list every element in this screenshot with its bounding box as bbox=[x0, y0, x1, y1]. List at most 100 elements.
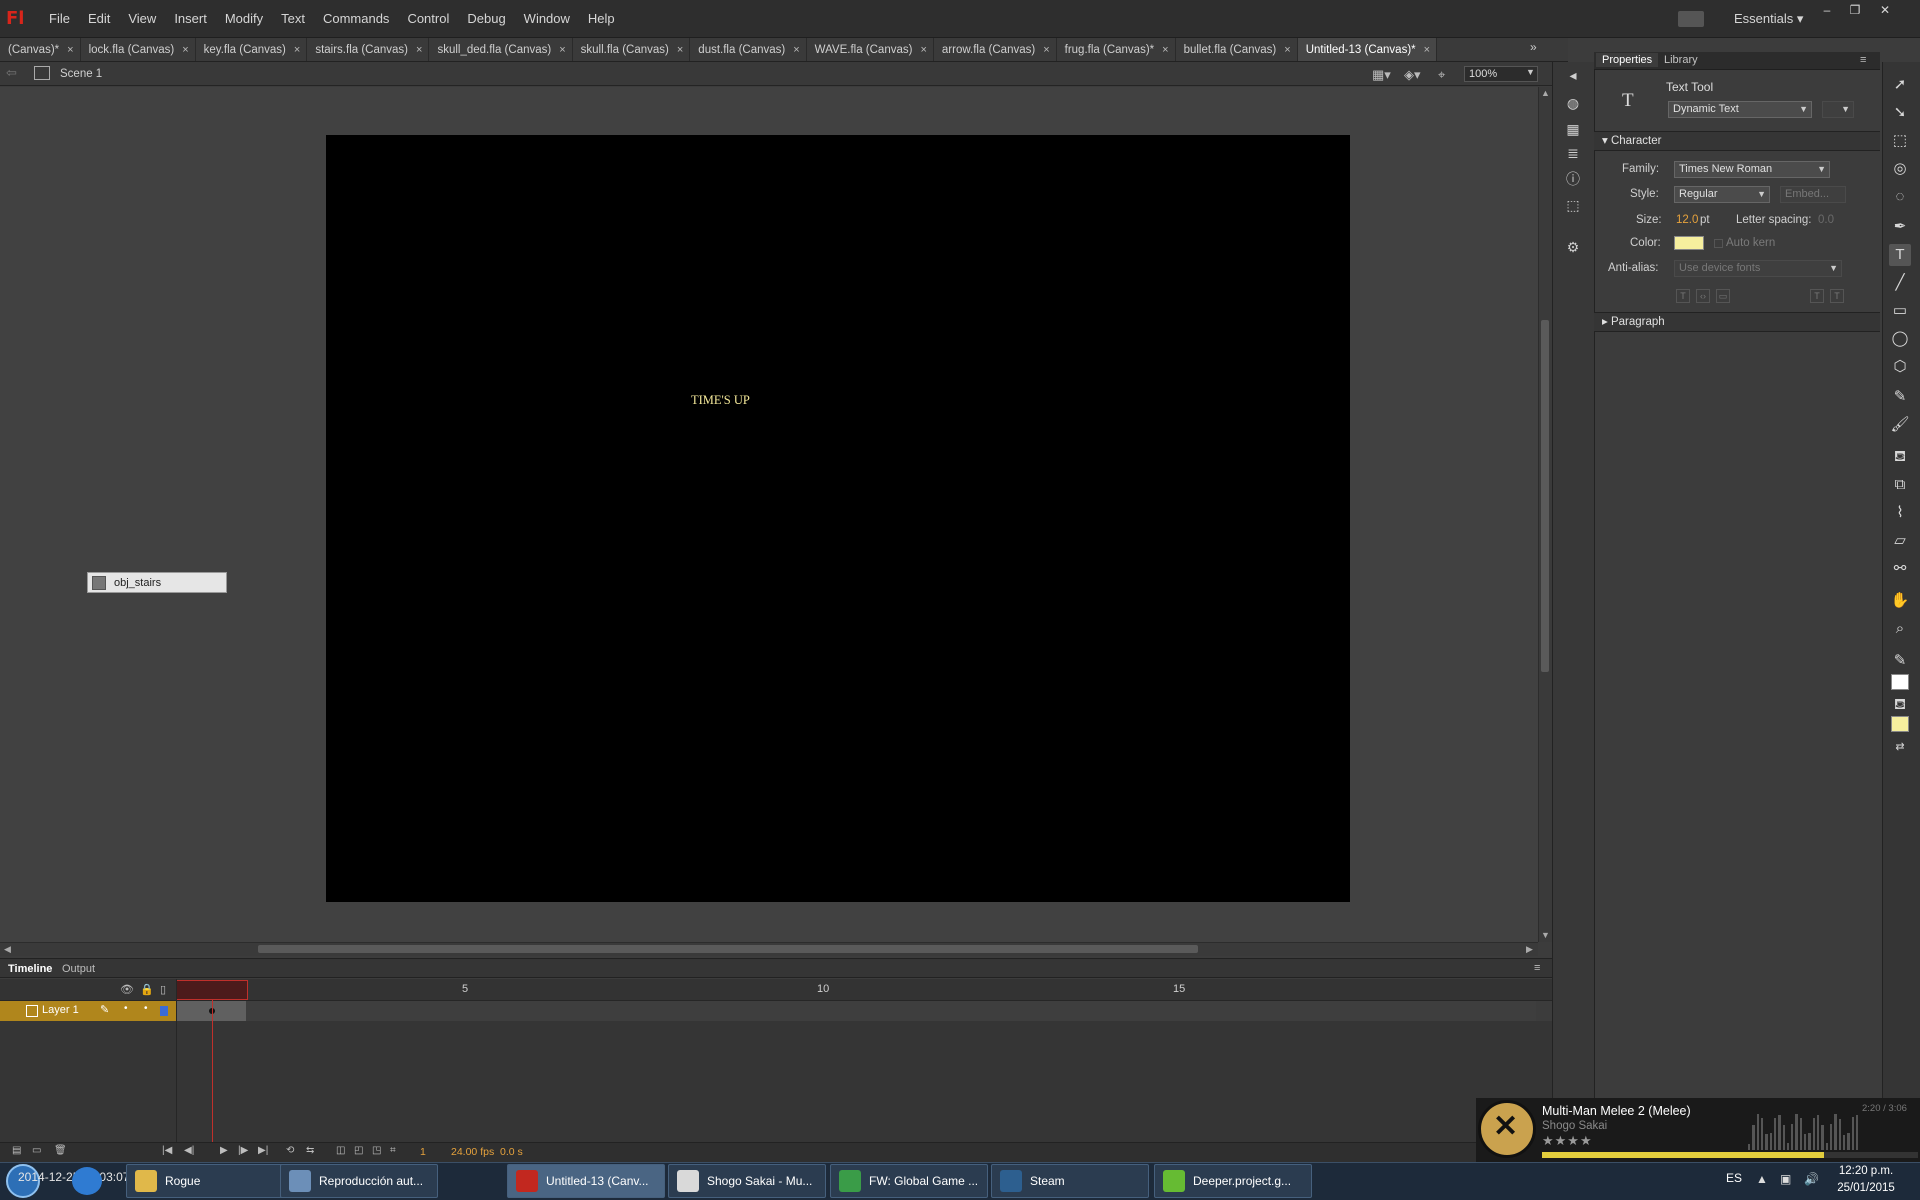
align-icon[interactable]: ▦ bbox=[1564, 120, 1582, 138]
scroll-up-icon[interactable]: ▲ bbox=[1541, 88, 1550, 98]
pasteboard-object[interactable]: obj_stairs bbox=[87, 572, 227, 593]
close-tab-icon[interactable]: × bbox=[1043, 38, 1049, 61]
info-icon[interactable]: ⓘ bbox=[1564, 170, 1582, 188]
edit-symbol-icon[interactable]: ◈▾ bbox=[1404, 67, 1421, 83]
close-tab-icon[interactable]: × bbox=[416, 38, 422, 61]
close-tab-icon[interactable]: × bbox=[677, 38, 683, 61]
center-frame-icon[interactable]: ⇆ bbox=[306, 1145, 314, 1156]
tab-output[interactable]: Output bbox=[56, 961, 101, 977]
panel-menu-icon[interactable]: ≡ bbox=[1534, 962, 1540, 974]
song-rating[interactable]: ★★★★ bbox=[1542, 1133, 1593, 1149]
play-icon[interactable]: ▶ bbox=[220, 1145, 228, 1156]
close-tab-icon[interactable]: × bbox=[1284, 38, 1290, 61]
subscript-icon[interactable]: T bbox=[1830, 289, 1844, 303]
close-tab-icon[interactable]: × bbox=[559, 38, 565, 61]
language-indicator[interactable]: ES bbox=[1726, 1171, 1742, 1185]
paint-bucket-icon[interactable]: ⛾ bbox=[1889, 446, 1911, 468]
restore-button[interactable]: ❐ bbox=[1842, 2, 1868, 18]
tab-timeline[interactable]: Timeline bbox=[2, 961, 58, 977]
3d-rotation-icon[interactable]: ◎ bbox=[1889, 158, 1911, 180]
vertical-scroll-thumb[interactable] bbox=[1541, 320, 1549, 672]
paragraph-section-header[interactable]: ▸ Paragraph bbox=[1594, 312, 1880, 332]
document-tab[interactable]: dust.fla (Canvas) × bbox=[690, 38, 807, 61]
hand-icon[interactable]: ✋ bbox=[1889, 590, 1911, 612]
text-color-swatch[interactable] bbox=[1674, 236, 1704, 250]
new-folder-icon[interactable]: ▭ bbox=[32, 1145, 41, 1156]
border-icon[interactable]: ▭ bbox=[1716, 289, 1730, 303]
motion-presets-icon[interactable]: ◍ bbox=[1564, 94, 1582, 112]
document-tab[interactable]: key.fla (Canvas) × bbox=[196, 38, 308, 61]
new-layer-icon[interactable]: ▤ bbox=[12, 1145, 21, 1156]
pen-icon[interactable]: ✒ bbox=[1889, 216, 1911, 238]
stage[interactable] bbox=[326, 135, 1350, 902]
taskbar-button[interactable]: Rogue bbox=[126, 1164, 284, 1198]
eraser-icon[interactable]: ▱ bbox=[1889, 530, 1911, 552]
document-tab[interactable]: bullet.fla (Canvas) × bbox=[1176, 38, 1298, 61]
loop-icon[interactable]: ⟲ bbox=[286, 1145, 294, 1156]
selectable-icon[interactable]: T bbox=[1676, 289, 1690, 303]
scroll-left-icon[interactable]: ◀ bbox=[4, 944, 11, 955]
close-tab-icon[interactable]: × bbox=[294, 38, 300, 61]
menu-insert[interactable]: Insert bbox=[165, 0, 216, 38]
menu-commands[interactable]: Commands bbox=[314, 0, 398, 38]
horizontal-scroll-thumb[interactable] bbox=[258, 945, 1198, 953]
taskbar-button[interactable]: Steam bbox=[991, 1164, 1149, 1198]
first-frame-icon[interactable]: |◀ bbox=[162, 1145, 172, 1156]
frame-strip[interactable] bbox=[176, 1001, 1536, 1021]
internet-explorer-icon[interactable] bbox=[72, 1167, 102, 1195]
document-tab[interactable]: WAVE.fla (Canvas) × bbox=[807, 38, 934, 61]
current-frame[interactable]: 1 bbox=[420, 1146, 426, 1158]
superscript-icon[interactable]: T bbox=[1810, 289, 1824, 303]
orientation-select[interactable]: ▼ bbox=[1822, 101, 1854, 118]
document-tab[interactable]: lock.fla (Canvas) × bbox=[81, 38, 196, 61]
lasso-icon[interactable]: ◌ bbox=[1889, 186, 1911, 208]
workspace-switcher[interactable]: Essentials ▾ bbox=[1734, 11, 1803, 27]
taskbar-button[interactable]: Untitled-13 (Canv... bbox=[507, 1164, 665, 1198]
tab-properties[interactable]: Properties bbox=[1596, 53, 1659, 67]
document-tab[interactable]: frug.fla (Canvas)* × bbox=[1057, 38, 1176, 61]
taskbar-button[interactable]: Shogo Sakai - Mu... bbox=[668, 1164, 826, 1198]
eyedropper-icon[interactable]: ⌇ bbox=[1889, 502, 1911, 524]
text-tool-icon[interactable]: T bbox=[1889, 244, 1911, 266]
fill-color-swatch[interactable] bbox=[1891, 716, 1909, 732]
taskbar-button[interactable]: FW: Global Game ... bbox=[830, 1164, 988, 1198]
clock-date[interactable]: 25/01/2015 bbox=[1836, 1182, 1896, 1194]
document-tab[interactable]: stairs.fla (Canvas) × bbox=[307, 38, 430, 61]
close-tab-icon[interactable]: × bbox=[1424, 38, 1430, 61]
menu-debug[interactable]: Debug bbox=[458, 0, 514, 38]
onion-outline-icon[interactable]: ◰ bbox=[354, 1145, 363, 1156]
step-back-icon[interactable]: ◀| bbox=[184, 1145, 194, 1156]
zoom-dropdown-icon[interactable]: ▼ bbox=[1526, 67, 1535, 77]
sync-settings-icon[interactable] bbox=[1678, 11, 1704, 27]
menu-control[interactable]: Control bbox=[398, 0, 458, 38]
font-size-input[interactable]: 12.0 bbox=[1676, 214, 1698, 226]
edit-multiple-icon[interactable]: ◳ bbox=[372, 1145, 381, 1156]
onion-skin-icon[interactable]: ◫ bbox=[336, 1145, 345, 1156]
close-tab-icon[interactable]: × bbox=[1162, 38, 1168, 61]
letter-spacing-input[interactable]: 0.0 bbox=[1818, 214, 1834, 226]
close-window-button[interactable]: ✕ bbox=[1872, 2, 1898, 18]
document-tab[interactable]: Untitled-13 (Canvas)* × bbox=[1297, 38, 1438, 61]
menu-view[interactable]: View bbox=[119, 0, 165, 38]
text-type-select[interactable]: Dynamic Text ▼ bbox=[1668, 101, 1812, 118]
taskbar-button[interactable]: Deeper.project.g... bbox=[1154, 1164, 1312, 1198]
menu-file[interactable]: File bbox=[40, 0, 79, 38]
taskbar-button[interactable]: Reproducción aut... bbox=[280, 1164, 438, 1198]
components-icon[interactable]: ⚙ bbox=[1564, 238, 1582, 256]
transform-icon[interactable]: ⬚ bbox=[1564, 196, 1582, 214]
lock-icon[interactable]: 🔒 bbox=[140, 983, 154, 996]
menu-edit[interactable]: Edit bbox=[79, 0, 119, 38]
delete-layer-icon[interactable]: 🗑 bbox=[54, 1145, 67, 1156]
polystar-icon[interactable]: ⬡ bbox=[1889, 356, 1911, 378]
document-tab[interactable]: skull.fla (Canvas) × bbox=[573, 38, 691, 61]
document-tab[interactable]: (Canvas)* × bbox=[0, 38, 81, 61]
scroll-right-icon[interactable]: ▶ bbox=[1526, 944, 1533, 955]
font-style-select[interactable]: Regular ▼ bbox=[1674, 186, 1770, 203]
stage-text-field[interactable]: TIME'S UP bbox=[691, 393, 750, 408]
close-tab-icon[interactable]: × bbox=[182, 38, 188, 61]
onion-markers-icon[interactable]: ⌗ bbox=[390, 1145, 396, 1156]
volume-icon[interactable]: 🔊 bbox=[1804, 1172, 1819, 1186]
outline-color-icon[interactable] bbox=[160, 1006, 168, 1016]
ink-bottle-icon[interactable]: ⧉ bbox=[1889, 474, 1911, 496]
close-tab-icon[interactable]: × bbox=[67, 38, 73, 61]
